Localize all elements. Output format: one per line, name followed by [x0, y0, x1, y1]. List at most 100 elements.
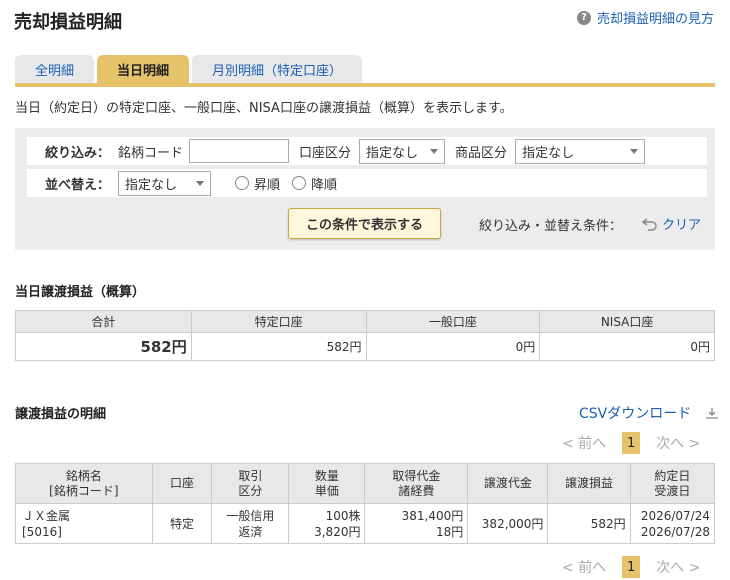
header-line: 諸経費: [398, 483, 435, 498]
cell-dates: 2026/07/24 2026/07/28: [629, 503, 716, 544]
pager-top: < 前へ 1 次へ >: [562, 432, 700, 454]
radio-icon: [292, 176, 307, 190]
summary-header: 合計: [15, 310, 192, 333]
tab-underline: [15, 83, 715, 87]
next-page-button[interactable]: 次へ >: [656, 557, 700, 577]
page-description: 当日（約定日）の特定口座、一般口座、NISA口座の譲渡損益（概算）を表示します。: [15, 101, 513, 116]
summary-value: 582円: [190, 332, 367, 361]
help-link-label: 売却損益明細の見方: [596, 12, 714, 27]
header-line: 区分: [238, 483, 263, 498]
unit-price: 3,820円: [314, 524, 361, 539]
header-line: 取得代金: [392, 468, 441, 483]
cell-qty: 100株 3,820円: [288, 503, 366, 544]
pager-bottom: < 前へ 1 次へ >: [562, 556, 700, 578]
col-header-account: 口座: [151, 463, 213, 504]
summary-value: 0円: [539, 332, 715, 361]
prev-page-button[interactable]: < 前へ: [562, 557, 606, 577]
trade-subtype: 返済: [238, 524, 263, 539]
col-header-proceeds: 譲渡代金: [467, 463, 549, 504]
page-title: 売却損益明細: [14, 12, 122, 33]
detail-table: 銘柄名 [銘柄コード] 口座 取引 区分 数量 単価 取得代金 諸経費 譲渡代金…: [15, 463, 716, 544]
header-line: 譲渡代金: [483, 476, 532, 490]
undo-icon: [642, 217, 657, 231]
cell-pl: 582円: [547, 503, 631, 544]
tab-today[interactable]: 当日明細: [97, 55, 190, 83]
chevron-down-icon: [630, 148, 639, 154]
account-select[interactable]: 指定なし: [359, 138, 446, 164]
summary-table: 合計 特定口座 一般口座 NISA口座 582円 582円 0円 0円: [15, 310, 715, 361]
header-line: 数量: [314, 468, 339, 483]
product-select-value: 指定なし: [522, 145, 575, 161]
code-label: 銘柄コード: [118, 145, 184, 161]
narrow-label: 絞り込み：: [45, 145, 111, 161]
chevron-down-icon: [430, 148, 439, 154]
summary-value: 0円: [365, 332, 541, 361]
header-line: 口座: [170, 476, 195, 490]
cell-name: ＪＸ金属 [5016]: [15, 503, 153, 544]
product-label: 商品区分: [455, 145, 508, 161]
question-icon: ?: [576, 10, 591, 25]
detail-heading: 譲渡損益の明細: [15, 407, 107, 422]
tab-all[interactable]: 全明細: [15, 55, 95, 83]
desc-label: 降順: [311, 177, 338, 193]
col-header-cost: 取得代金 諸経費: [364, 463, 469, 504]
csv-download-link[interactable]: CSVダウンロード: [579, 403, 719, 423]
header-line: 取引: [238, 468, 263, 483]
header-line: 受渡日: [654, 483, 691, 498]
cell-type: 一般信用 返済: [211, 503, 290, 544]
code-input[interactable]: [189, 139, 290, 163]
col-header-name: 銘柄名 [銘柄コード]: [15, 463, 153, 504]
radio-icon: [235, 176, 250, 190]
fees: 18円: [435, 524, 464, 539]
summary-header: NISA口座: [539, 310, 715, 333]
table-row: ＪＸ金属 [5016] 特定 一般信用 返済 100株 3,820円 381,4…: [15, 503, 716, 544]
condition-label: 絞り込み・並替え条件：: [479, 219, 623, 234]
tab-monthly[interactable]: 月別明細（特定口座）: [192, 55, 363, 83]
acquisition-cost: 381,400円: [401, 508, 464, 523]
settle-date: 2026/07/28: [640, 524, 710, 539]
header-line: [銘柄コード]: [49, 483, 119, 498]
col-header-qty: 数量 単価: [288, 463, 366, 504]
summary-total: 582円: [15, 332, 192, 361]
current-page[interactable]: 1: [622, 432, 641, 454]
desc-radio[interactable]: 降順: [292, 174, 337, 193]
col-header-date: 約定日 受渡日: [629, 463, 716, 504]
header-line: 銘柄名: [65, 468, 102, 483]
summary-heading: 当日譲渡損益（概算）: [15, 285, 146, 300]
clear-button[interactable]: クリア: [642, 214, 701, 233]
prev-page-button[interactable]: < 前へ: [562, 433, 606, 453]
trade-type: 一般信用: [226, 508, 275, 523]
trade-date: 2026/07/24: [640, 508, 710, 523]
header-line: 約定日: [654, 468, 691, 483]
download-icon: [706, 408, 718, 419]
sort-select[interactable]: 指定なし: [118, 170, 212, 196]
asc-radio[interactable]: 昇順: [235, 174, 280, 193]
col-header-pl: 譲渡損益: [547, 463, 631, 504]
apply-filter-button[interactable]: この条件で表示する: [288, 208, 441, 239]
account-select-value: 指定なし: [366, 145, 419, 161]
summary-header: 一般口座: [365, 310, 541, 333]
clear-label: クリア: [662, 218, 702, 233]
col-header-type: 取引 区分: [211, 463, 290, 504]
sort-select-value: 指定なし: [125, 177, 178, 193]
next-page-button[interactable]: 次へ >: [656, 433, 700, 453]
help-link[interactable]: ? 売却損益明細の見方: [576, 8, 714, 27]
stock-name: ＪＸ金属: [22, 508, 71, 523]
tab-bar: 全明細 当日明細 月別明細（特定口座）: [15, 55, 363, 83]
cell-cost: 381,400円 18円: [364, 503, 469, 544]
current-page[interactable]: 1: [622, 556, 641, 578]
account-label: 口座区分: [299, 145, 352, 161]
quantity: 100株: [325, 508, 361, 523]
cell-proceeds: 382,000円: [467, 503, 549, 544]
sort-row: 並べ替え： 指定なし 昇順 降順: [27, 169, 707, 197]
filter-row: 絞り込み： 銘柄コード 口座区分 指定なし 商品区分 指定なし: [27, 137, 707, 165]
cell-account: 特定: [151, 503, 213, 544]
sort-label: 並べ替え：: [45, 177, 111, 193]
summary-header: 特定口座: [190, 310, 367, 333]
chevron-down-icon: [196, 180, 205, 186]
asc-label: 昇順: [254, 177, 281, 193]
product-select[interactable]: 指定なし: [515, 138, 646, 164]
stock-code: [5016]: [22, 524, 62, 539]
header-line: 単価: [314, 483, 339, 498]
csv-label: CSVダウンロード: [579, 406, 692, 422]
